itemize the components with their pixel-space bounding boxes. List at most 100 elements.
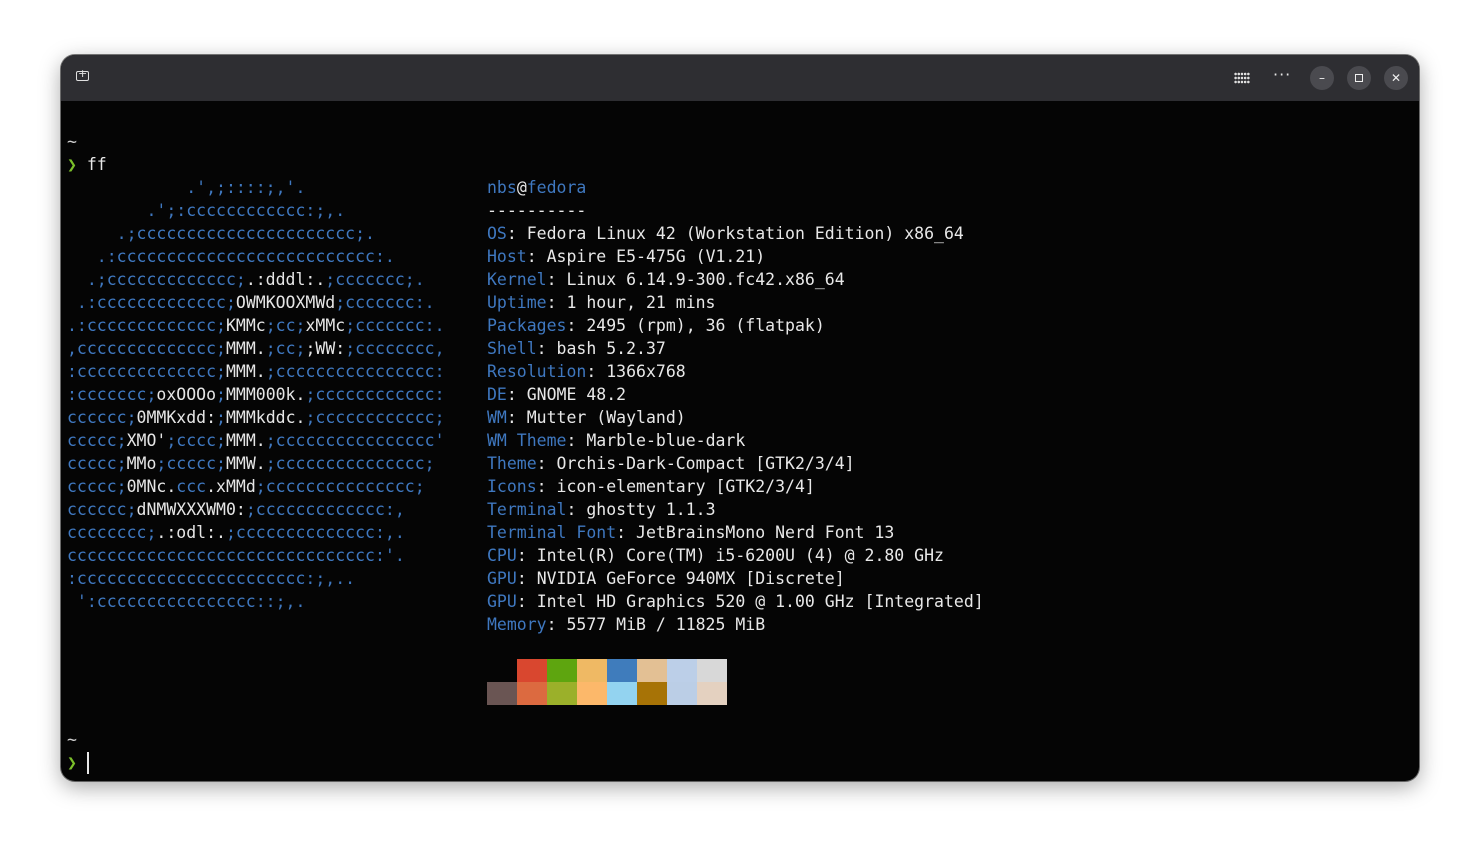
info-key: CPU xyxy=(487,546,517,565)
logo-segment: ccccc; xyxy=(67,454,127,473)
maximize-button[interactable] xyxy=(1347,66,1371,90)
more-options-icon[interactable]: ··· xyxy=(1273,65,1291,84)
logo-line: :cccccccccccccc;MMM.;cccccccccccccccc: xyxy=(67,360,445,383)
logo-segment: :ccccccccccccccccccccccc:;,.. xyxy=(67,569,356,588)
logo-segment: dNMWXXXWM0: xyxy=(136,500,246,519)
logo-line: .';:cccccccccccc:;,. xyxy=(67,199,345,222)
info-colon: : xyxy=(506,408,527,427)
logo-segment: oxOOOo xyxy=(156,385,217,404)
info-value: icon-elementary [GTK2/3/4] xyxy=(556,477,815,496)
prompt-line-2: ❯ xyxy=(67,751,77,774)
logo-line: ccccccccccccccccccccccccccccccc:'. xyxy=(67,544,405,567)
logo-line: .:cccccccccccccccccccccccccc:. xyxy=(67,245,395,268)
info-colon: : xyxy=(566,431,587,450)
logo-segment: 0MNc. xyxy=(126,477,177,496)
info-value: Intel(R) Core(TM) i5-6200U (4) @ 2.80 GH… xyxy=(536,546,944,565)
info-key: Host xyxy=(487,247,527,266)
info-row: GPU: NVIDIA GeForce 940MX [Discrete] xyxy=(487,567,845,590)
info-key: DE xyxy=(487,385,507,404)
info-colon: : xyxy=(536,339,557,358)
separator-line: ---------- xyxy=(487,201,587,220)
info-row: OS: Fedora Linux 42 (Workstation Edition… xyxy=(487,222,964,245)
logo-segment: ccccc; xyxy=(67,431,127,450)
logo-line: .',;::::;,'. xyxy=(67,176,305,199)
color-swatch xyxy=(607,659,637,682)
logo-segment: MMM. xyxy=(225,431,266,450)
info-key: OS xyxy=(487,224,507,243)
info-key: Packages xyxy=(487,316,567,335)
close-button[interactable]: ✕ xyxy=(1384,66,1408,90)
logo-segment: ;cc; xyxy=(265,339,306,358)
logo-line: ccccc;XMO';cccc;MMM.;cccccccccccccccc' xyxy=(67,429,445,452)
info-key: Icons xyxy=(487,477,537,496)
info-key: WM Theme xyxy=(487,431,567,450)
info-key: Terminal xyxy=(487,500,567,519)
logo-segment: cccccc; xyxy=(67,500,137,519)
logo-line: .:ccccccccccccc;KMMc;cc;xMMc;ccccccc:. xyxy=(67,314,445,337)
username: nbs xyxy=(487,178,517,197)
color-swatch xyxy=(667,659,697,682)
info-value: Orchis-Dark-Compact [GTK2/3/4] xyxy=(556,454,855,473)
logo-segment: ;cccccccccccccccc: xyxy=(265,362,445,381)
terminal-output[interactable]: ~ ❯ ff .',;::::;,'. .';:cccccccccccc:;,.… xyxy=(61,101,1419,781)
titlebar: ··· – ✕ xyxy=(61,55,1419,101)
prompt-path: ~ xyxy=(67,132,77,151)
terminal-window: ··· – ✕ ~ ❯ ff .',;::::;,'. .';:cccccccc… xyxy=(61,55,1419,781)
logo-line: ,cccccccccccccc;MMM.;cc;;WW:;cccccccc, xyxy=(67,337,445,360)
text-cursor xyxy=(87,752,89,774)
info-key: Resolution xyxy=(487,362,587,381)
info-colon: : xyxy=(566,500,587,519)
info-key: Memory xyxy=(487,615,547,634)
logo-segment: ;cccccccc, xyxy=(345,339,445,358)
color-swatch xyxy=(697,659,727,682)
info-colon: : xyxy=(536,477,557,496)
logo-line: ':cccccccccccccccc::;,. xyxy=(67,590,306,613)
command-text: ff xyxy=(86,155,107,174)
logo-segment: ;cccccccccccccc:,. xyxy=(225,523,405,542)
color-swatch xyxy=(637,682,667,705)
info-row: Packages: 2495 (rpm), 36 (flatpak) xyxy=(487,314,825,337)
info-value: NVIDIA GeForce 940MX [Discrete] xyxy=(536,569,845,588)
logo-segment: .;cccccccccccccccccccccc;. xyxy=(67,224,375,243)
prompt-path-2: ~ xyxy=(67,730,77,749)
logo-segment: .:ccccccccccccc; xyxy=(67,316,226,335)
info-row: GPU: Intel HD Graphics 520 @ 1.00 GHz [I… xyxy=(487,590,984,613)
info-key: Shell xyxy=(487,339,537,358)
prompt-symbol-2: ❯ xyxy=(67,753,77,772)
info-value: GNOME 48.2 xyxy=(526,385,627,404)
at-sign: @ xyxy=(516,178,527,197)
logo-line: :ccccccccccccccccccccccc:;,.. xyxy=(67,567,355,590)
info-row: WM: Mutter (Wayland) xyxy=(487,406,686,429)
logo-segment: .';:cccccccccccc:;,. xyxy=(67,201,346,220)
logo-segment: ccccccccccccccccccccccccccccccc:'. xyxy=(67,546,405,565)
logo-segment: ;cccccccccccc; xyxy=(305,408,445,427)
info-key: Kernel xyxy=(487,270,547,289)
logo-line: :ccccccc;oxOOOo;MMM000k.;cccccccccccc: xyxy=(67,383,445,406)
minimize-button[interactable]: – xyxy=(1310,66,1334,90)
logo-segment: .',;::::;,'. xyxy=(67,178,306,197)
logo-segment: .xMMd xyxy=(206,477,256,496)
logo-line: .:ccccccccccccc;OWMKOOXMWd;ccccccc:. xyxy=(67,291,435,314)
color-swatch xyxy=(637,659,667,682)
logo-segment: .:cccccccccccccccccccccccccc:. xyxy=(67,247,395,266)
new-tab-icon[interactable] xyxy=(76,67,89,81)
tab-overview-icon[interactable] xyxy=(1234,72,1250,84)
logo-segment: ;WW: xyxy=(305,339,346,358)
info-value: Aspire E5-475G (V1.21) xyxy=(546,247,766,266)
info-row: Terminal Font: JetBrainsMono Nerd Font 1… xyxy=(487,521,894,544)
color-swatch xyxy=(667,682,697,705)
color-swatch xyxy=(697,682,727,705)
logo-segment: ;cc; xyxy=(265,316,306,335)
logo-segment: MMo xyxy=(126,454,157,473)
info-key: WM xyxy=(487,408,507,427)
info-value: 1366x768 xyxy=(606,362,686,381)
color-swatch xyxy=(577,682,607,705)
info-row: Memory: 5577 MiB / 11825 MiB xyxy=(487,613,765,636)
logo-segment: ; xyxy=(216,408,226,427)
info-colon: : xyxy=(516,569,537,588)
info-row: Resolution: 1366x768 xyxy=(487,360,686,383)
logo-segment: MMM. xyxy=(225,339,266,358)
color-swatch xyxy=(547,659,577,682)
logo-line: cccccc;0MMKxdd:;MMMkddc.;cccccccccccc; xyxy=(67,406,445,429)
info-key: Theme xyxy=(487,454,537,473)
